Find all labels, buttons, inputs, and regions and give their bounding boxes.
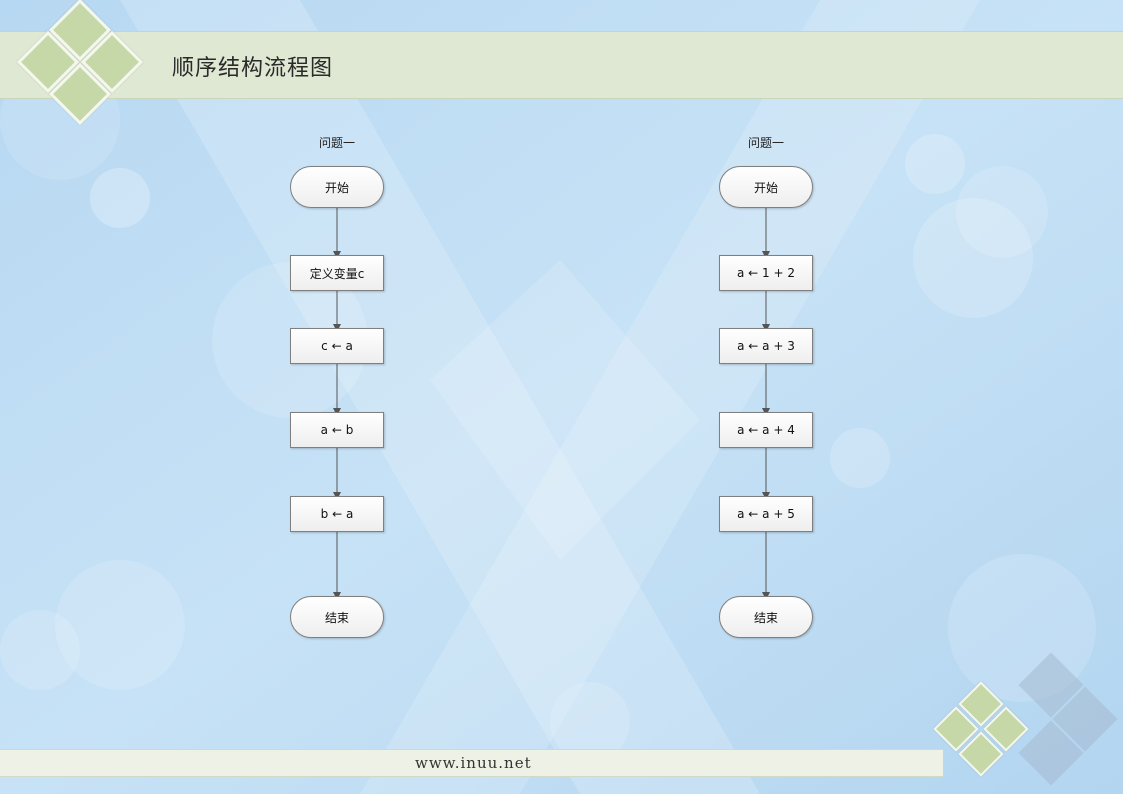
flowchart-1-step-4: b ← a [290, 496, 384, 532]
connectors [333, 208, 770, 600]
flowchart-2-step-1: a ← 1 + 2 [719, 255, 813, 291]
flowchart-1-end: 结束 [290, 596, 384, 638]
flowchart-2-step-3: a ← a + 4 [719, 412, 813, 448]
flowchart-2-step-4: a ← a + 5 [719, 496, 813, 532]
flowchart-1-step-3: a ← b [290, 412, 384, 448]
flowchart-2-step-2: a ← a + 3 [719, 328, 813, 364]
flowchart-1-step-1: 定义变量c [290, 255, 384, 291]
flowchart-1-step-2: c ← a [290, 328, 384, 364]
flowchart-1-start: 开始 [290, 166, 384, 208]
flowchart-1-title: 问题一 [318, 136, 355, 150]
flowchart-2-title: 问题一 [747, 136, 784, 150]
flowchart-2-end: 结束 [719, 596, 813, 638]
flowchart-2-start: 开始 [719, 166, 813, 208]
